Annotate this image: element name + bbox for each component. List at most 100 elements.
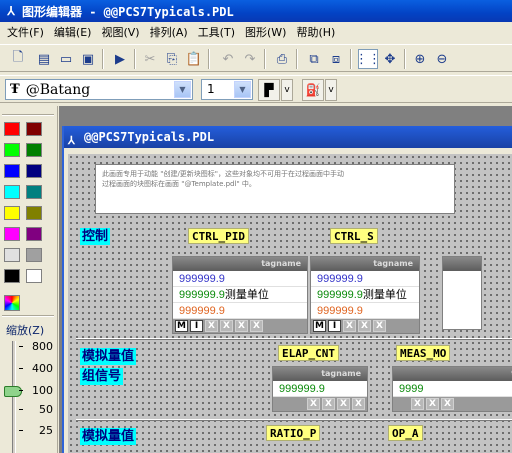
color-swatch-lightgray[interactable] xyxy=(4,248,20,262)
grid-toggle-icon[interactable]: ⋮⋮ xyxy=(355,49,381,69)
zoom-tick-label[interactable]: 25 xyxy=(19,424,53,437)
zoom-slider-thumb[interactable] xyxy=(4,386,22,397)
document-icon: ⅄ xyxy=(68,134,75,147)
color-swatch-black[interactable] xyxy=(4,269,20,283)
color-swatch-magenta[interactable] xyxy=(4,227,20,241)
new-file-icon[interactable]: 🗋 xyxy=(8,49,28,69)
manual-button[interactable]: M xyxy=(313,320,326,332)
disabled-button[interactable]: X xyxy=(322,398,335,410)
font-name-value: @Batang xyxy=(25,81,91,98)
label-op-a[interactable]: OP_A xyxy=(388,425,423,441)
color-swatch-red[interactable] xyxy=(4,122,20,136)
paste-icon[interactable]: 📋 xyxy=(184,49,204,69)
font-size-select[interactable]: 1 ▼ xyxy=(201,79,253,100)
disabled-button[interactable]: X xyxy=(235,320,248,332)
color-swatch-green[interactable] xyxy=(4,143,20,157)
ctrl-pid-faceplate[interactable]: tagname 999999.9 999999.9测量单位 999999.9 M… xyxy=(172,256,308,334)
color-swatch-teal[interactable] xyxy=(26,185,42,199)
zoom-tick-label[interactable]: 400 xyxy=(19,362,53,375)
toolbar-separator xyxy=(350,49,352,69)
color-swatch-purple[interactable] xyxy=(26,227,42,241)
meas-mon-faceplate[interactable]: t 9999 X X X xyxy=(392,366,512,412)
runtime-play-icon[interactable]: ▶ xyxy=(110,49,130,69)
cut-icon[interactable]: ✂ xyxy=(140,49,160,69)
bring-to-front-icon[interactable]: ⧉ xyxy=(304,49,324,69)
disabled-button[interactable]: X xyxy=(343,320,356,332)
menu-tools[interactable]: 工具(T) xyxy=(193,24,240,40)
manual-button[interactable]: M xyxy=(175,320,188,332)
disabled-button[interactable]: X xyxy=(220,320,233,332)
internal-button[interactable]: I xyxy=(190,320,203,332)
custom-color-icon[interactable] xyxy=(4,295,20,311)
note-text-box[interactable]: 此画面专用于动能 "创建/更新块图标"，这些对象均不可用于在过程画面中手动 过程… xyxy=(95,164,455,214)
snap-to-grid-icon[interactable]: ✥ xyxy=(380,49,400,69)
font-name-select[interactable]: Ŧ @Batang ▼ xyxy=(5,79,193,100)
chevron-down-icon[interactable]: ▼ xyxy=(174,81,191,98)
new-text-icon[interactable]: ▤ xyxy=(34,49,54,69)
send-to-back-icon[interactable]: ⧈ xyxy=(326,49,346,69)
drawing-canvas[interactable]: 此画面专用于动能 "创建/更新块图标"，这些对象均不可用于在过程画面中手动 过程… xyxy=(68,154,512,453)
disabled-button[interactable]: X xyxy=(250,320,263,332)
line-color-dropdown[interactable]: v xyxy=(281,79,293,101)
label-ctrl-pid[interactable]: CTRL_PID xyxy=(188,228,249,244)
copy-icon[interactable]: ⎘ xyxy=(162,49,182,69)
menu-edit[interactable]: 编辑(E) xyxy=(49,24,97,40)
color-swatch-yellow[interactable] xyxy=(4,206,20,220)
undo-icon[interactable]: ↶ xyxy=(218,49,238,69)
color-swatch-maroon[interactable] xyxy=(26,122,42,136)
chevron-down-icon[interactable]: ▼ xyxy=(234,81,251,98)
open-file-icon[interactable]: ▭ xyxy=(56,49,76,69)
disabled-button[interactable]: X xyxy=(337,398,350,410)
disabled-button[interactable]: X xyxy=(441,398,454,410)
disabled-button[interactable]: X xyxy=(358,320,371,332)
zoom-tick-label[interactable]: 800 xyxy=(19,340,53,353)
color-swatch-cyan[interactable] xyxy=(4,185,20,199)
label-control[interactable]: 控制 xyxy=(80,228,111,245)
faceplate-pv: 999999.9 xyxy=(311,271,419,287)
label-analog-value[interactable]: 模拟量值 xyxy=(80,348,137,365)
label-analog-value[interactable]: 模拟量值 xyxy=(80,428,137,445)
zoom-tick-label[interactable]: 100 xyxy=(19,384,53,397)
menu-help[interactable]: 帮助(H) xyxy=(291,24,340,40)
menu-graphics[interactable]: 图形(W) xyxy=(240,24,291,40)
color-swatch-navy[interactable] xyxy=(26,164,42,178)
zoom-slider-track[interactable] xyxy=(12,341,16,453)
disabled-button[interactable]: X xyxy=(352,398,365,410)
ctrl-s-faceplate[interactable]: tagname 999999.9 999999.9测量单位 999999.9 M… xyxy=(310,256,420,334)
color-swatch-white[interactable] xyxy=(26,269,42,283)
redo-icon[interactable]: ↷ xyxy=(240,49,260,69)
menu-arrange[interactable]: 排列(A) xyxy=(145,24,193,40)
save-icon[interactable]: ▣ xyxy=(78,49,98,69)
menu-file[interactable]: 文件(F) xyxy=(2,24,49,40)
disabled-button[interactable]: X xyxy=(205,320,218,332)
label-ratio-p[interactable]: RATIO_P xyxy=(266,425,321,441)
color-swatch-darkgreen[interactable] xyxy=(26,143,42,157)
label-meas-mon[interactable]: MEAS_MO xyxy=(396,345,451,361)
print-icon[interactable]: ⎙ xyxy=(272,49,292,69)
label-group-signal[interactable]: 组信号 xyxy=(80,368,124,385)
zoom-tick-label[interactable]: 50 xyxy=(19,403,53,416)
disabled-button[interactable]: X xyxy=(373,320,386,332)
fill-color-button[interactable]: ⛽ v xyxy=(302,79,337,101)
faceplate-unit: 测量单位 xyxy=(362,289,407,301)
faceplate-sp: 999999.9 xyxy=(273,381,367,397)
label-elap-cnt[interactable]: ELAP_CNT xyxy=(278,345,339,361)
disabled-button[interactable]: X xyxy=(411,398,424,410)
partial-faceplate[interactable] xyxy=(442,256,482,330)
elap-cnt-faceplate[interactable]: tagname 999999.9 X X X X xyxy=(272,366,368,412)
color-swatch-olive[interactable] xyxy=(26,206,42,220)
fill-color-dropdown[interactable]: v xyxy=(325,79,337,101)
menu-view[interactable]: 视图(V) xyxy=(96,24,144,40)
zoom-in-icon[interactable]: ⊕ xyxy=(410,49,430,69)
disabled-button[interactable]: X xyxy=(307,398,320,410)
color-swatch-blue[interactable] xyxy=(4,164,20,178)
zoom-out-icon[interactable]: ⊖ xyxy=(432,49,452,69)
toolbar-separator xyxy=(134,49,136,69)
disabled-button[interactable]: X xyxy=(426,398,439,410)
line-color-button[interactable]: ▛ v xyxy=(258,79,293,101)
internal-button[interactable]: I xyxy=(328,320,341,332)
color-swatch-gray[interactable] xyxy=(26,248,42,262)
faceplate-out: 999999.9 xyxy=(173,303,307,319)
document-title-bar[interactable]: ⅄ @@PCS7Typicals.PDL xyxy=(64,126,512,148)
label-ctrl-s[interactable]: CTRL_S xyxy=(330,228,378,244)
